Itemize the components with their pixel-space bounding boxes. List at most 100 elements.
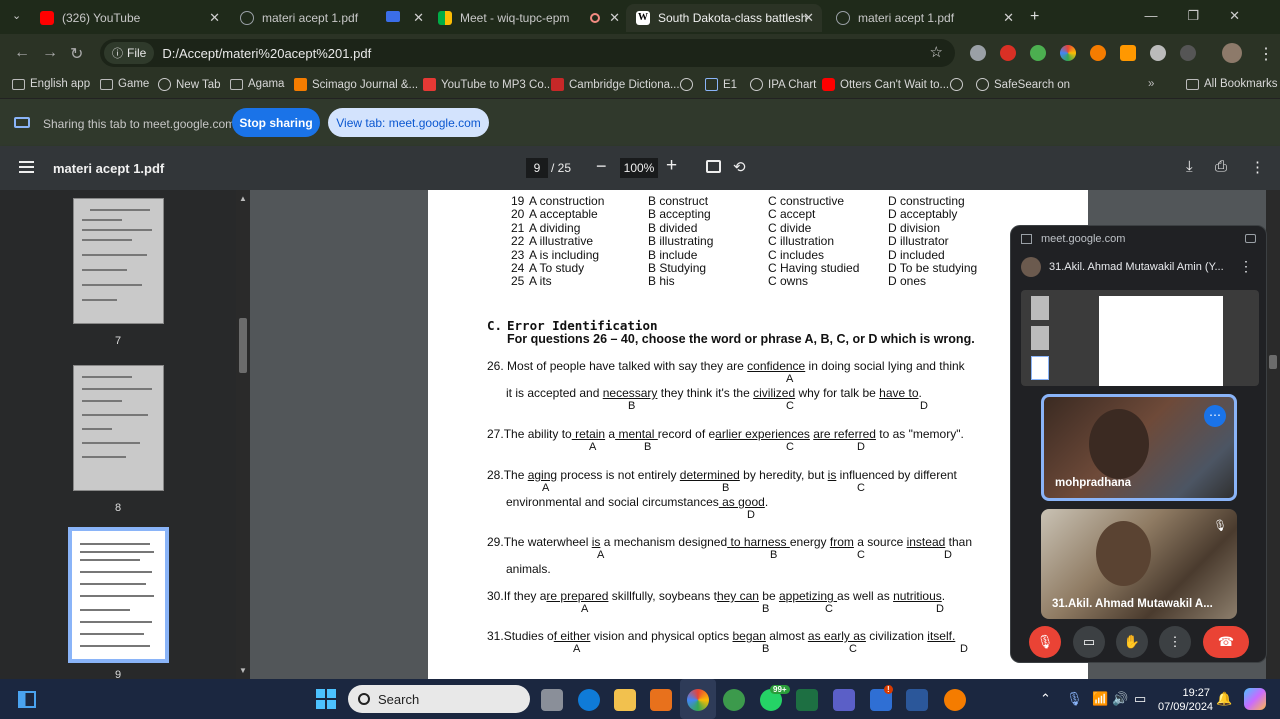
bookmark-item[interactable]: E1 xyxy=(705,78,737,91)
zoom-out-icon[interactable]: − xyxy=(596,156,607,177)
bookmark-folder[interactable]: English app xyxy=(12,78,90,90)
more-bookmarks-icon[interactable]: » xyxy=(1148,78,1154,90)
globe-icon xyxy=(750,78,763,91)
scroll-down-icon[interactable]: ▼ xyxy=(239,666,247,675)
scrollbar-thumb[interactable] xyxy=(239,318,247,373)
scroll-up-icon[interactable]: ▲ xyxy=(239,194,247,203)
tab-pdf-1[interactable]: materi acept 1.pdf ✕ xyxy=(230,4,426,32)
tab-meet[interactable]: Meet - wiq-tupc-epm ✕ xyxy=(428,4,628,32)
extension-icon[interactable] xyxy=(970,45,986,61)
clock[interactable]: 19:27 07/09/2024 xyxy=(1158,686,1213,714)
page-thumbnail[interactable] xyxy=(73,365,164,491)
window-controls[interactable]: —❐✕ xyxy=(1144,8,1270,24)
extension-icon[interactable] xyxy=(1030,45,1046,61)
sidebar-scrollbar[interactable]: ▲ ▼ xyxy=(236,190,250,679)
volume-icon[interactable]: 🔊 xyxy=(1112,691,1128,707)
bookmark-item[interactable]: New Tab xyxy=(158,78,221,91)
word-icon[interactable] xyxy=(906,689,928,711)
raise-hand-button[interactable]: ✋ xyxy=(1116,626,1148,658)
notifications-bell-icon[interactable]: 🔔 xyxy=(1216,691,1232,707)
scrollbar-thumb[interactable] xyxy=(1269,355,1277,369)
extension-icon[interactable] xyxy=(1090,45,1106,61)
close-tab-icon[interactable]: ✕ xyxy=(209,10,220,26)
zoom-level-input[interactable]: 100% xyxy=(620,158,658,178)
file-explorer-icon[interactable] xyxy=(614,689,636,711)
profile-avatar[interactable] xyxy=(1222,43,1242,63)
tab-wikipedia[interactable]: W South Dakota-class battleship ( ✕ xyxy=(626,4,822,32)
store-icon[interactable] xyxy=(650,689,672,711)
excel-icon[interactable] xyxy=(796,689,818,711)
rotate-icon[interactable]: ⟲ xyxy=(733,158,746,176)
tab-pdf-2[interactable]: materi acept 1.pdf ✕ xyxy=(826,4,1022,32)
edge-icon[interactable] xyxy=(578,689,600,711)
page-number-input[interactable]: 9 xyxy=(526,158,548,178)
back-icon[interactable]: ← xyxy=(14,44,30,62)
bookmark-item[interactable] xyxy=(950,78,968,91)
app-icon[interactable] xyxy=(723,689,745,711)
show-hidden-icons-chevron-icon[interactable]: ⌃ xyxy=(1040,691,1051,707)
chrome-icon[interactable] xyxy=(1060,45,1076,61)
bookmark-item[interactable]: Scimago Journal &... xyxy=(294,78,418,91)
site-info-chip[interactable]: ⓘ File xyxy=(104,42,155,64)
page-thumbnail[interactable] xyxy=(73,198,164,324)
teams-icon[interactable] xyxy=(833,689,855,711)
new-tab-button[interactable]: + xyxy=(1030,8,1039,26)
chrome-icon[interactable] xyxy=(687,689,709,711)
extensions-puzzle-icon[interactable] xyxy=(1180,45,1196,61)
fit-to-page-icon[interactable] xyxy=(706,160,721,173)
more-options-icon[interactable]: ⋯ xyxy=(1204,405,1226,427)
view-tab-button[interactable]: View tab: meet.google.com xyxy=(328,108,489,137)
stop-sharing-button[interactable]: Stop sharing xyxy=(232,108,320,137)
close-tab-icon[interactable]: ✕ xyxy=(1003,10,1014,26)
zoom-in-icon[interactable]: + xyxy=(666,155,677,177)
task-view-icon[interactable] xyxy=(541,689,563,711)
pdf-scrollbar[interactable] xyxy=(1266,190,1280,679)
page-thumbnail-selected[interactable] xyxy=(68,527,169,663)
forward-icon[interactable]: → xyxy=(42,44,58,62)
bookmark-folder[interactable]: Game xyxy=(100,78,149,90)
address-bar[interactable]: ⓘ File D:/Accept/materi%20acept%201.pdf ☆ xyxy=(100,39,955,67)
more-options-button[interactable]: ⋮ xyxy=(1159,626,1191,658)
adblock-icon[interactable] xyxy=(1000,45,1016,61)
all-bookmarks[interactable]: All Bookmarks xyxy=(1186,78,1278,90)
browser-menu-icon[interactable]: ⋮ xyxy=(1258,44,1274,64)
bookmark-item[interactable]: SafeSearch on xyxy=(976,78,1070,91)
tab-youtube[interactable]: (326) YouTube ✕ xyxy=(30,4,228,32)
start-windows-icon[interactable] xyxy=(316,689,336,709)
extension-icon[interactable] xyxy=(1150,45,1166,61)
download-icon[interactable]: ⤓ xyxy=(1186,158,1193,175)
app-icon[interactable] xyxy=(944,689,966,711)
taskbar-search[interactable]: Search xyxy=(348,685,530,713)
battery-icon[interactable]: ▭ xyxy=(1134,691,1146,707)
bookmark-star-icon[interactable]: ☆ xyxy=(930,43,943,61)
extension-icon[interactable] xyxy=(1120,45,1136,61)
microphone-icon[interactable]: 🎙 xyxy=(1066,691,1083,707)
reload-icon[interactable]: ↻ xyxy=(70,44,83,64)
close-tab-icon[interactable]: ✕ xyxy=(413,10,424,26)
camera-button[interactable]: ▭ xyxy=(1073,626,1105,658)
participant-tile[interactable]: ⋯ mohpradhana xyxy=(1041,394,1237,501)
participant-tile[interactable]: 🎙 31.Akil. Ahmad Mutawakil A... xyxy=(1041,509,1237,619)
bookmark-label: E1 xyxy=(723,78,738,91)
bookmark-item[interactable]: Otters Can't Wait to... xyxy=(822,78,949,91)
close-tab-icon[interactable]: ✕ xyxy=(803,10,814,26)
close-tab-icon[interactable]: ✕ xyxy=(609,10,620,26)
widgets-icon[interactable] xyxy=(18,691,36,708)
bookmark-item[interactable]: YouTube to MP3 Co... xyxy=(423,78,553,91)
more-options-icon[interactable]: ⋮ xyxy=(1250,158,1265,176)
menu-icon[interactable] xyxy=(19,161,34,173)
leave-call-button[interactable]: ☎ xyxy=(1203,626,1249,658)
question-26: 26. Most of people have talked with say … xyxy=(487,359,965,373)
more-options-icon[interactable]: ⋮ xyxy=(1239,258,1253,275)
mic-off-button[interactable]: 🎙 xyxy=(1029,626,1061,658)
tab-search-chevron-icon[interactable]: ⌄ xyxy=(12,9,21,22)
shared-screen-preview[interactable] xyxy=(1021,290,1259,386)
bookmark-folder[interactable]: Agama xyxy=(230,78,284,90)
back-to-tab-icon[interactable] xyxy=(1245,234,1256,243)
copilot-icon[interactable] xyxy=(1244,688,1266,710)
bookmark-item[interactable]: IPA Chart xyxy=(750,78,816,91)
bookmark-item[interactable] xyxy=(680,78,698,91)
print-icon[interactable]: ⎙ xyxy=(1215,158,1227,175)
wifi-icon[interactable]: 📶 xyxy=(1092,691,1108,707)
bookmark-item[interactable]: Cambridge Dictiona... xyxy=(551,78,680,91)
